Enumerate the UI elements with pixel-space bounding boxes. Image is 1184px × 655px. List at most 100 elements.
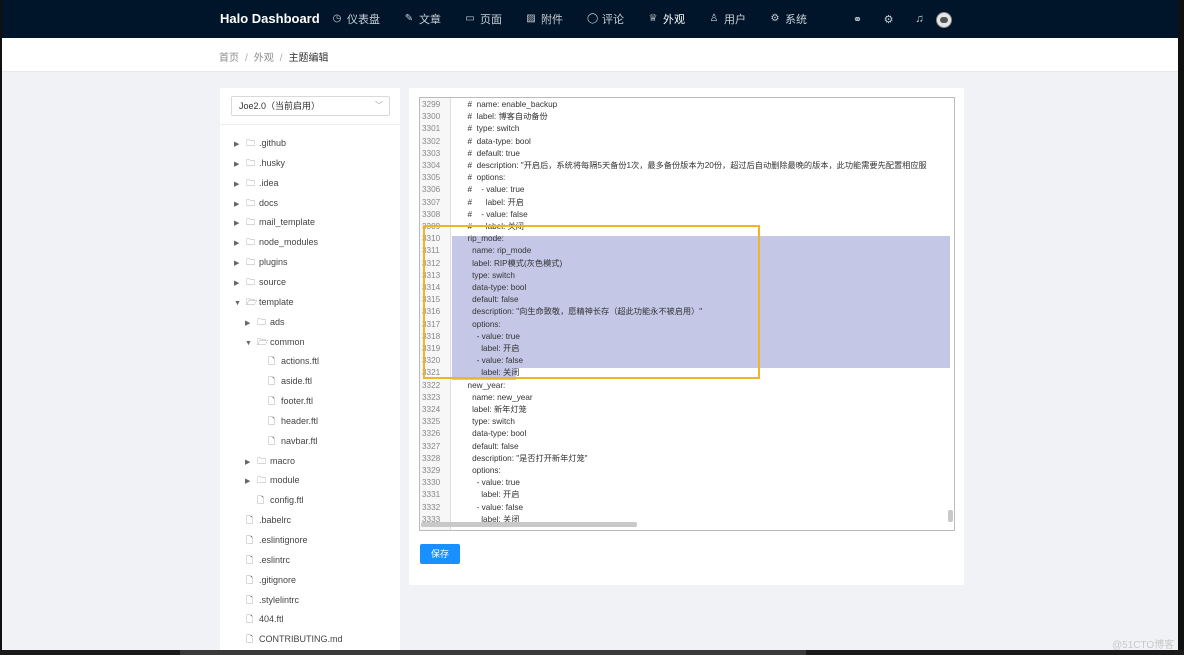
tree-folder[interactable]: ▶ 🗀 mail_template <box>234 213 315 231</box>
code-line: 3321 label: 关闭 <box>420 367 954 379</box>
tree-item-label: macro <box>270 455 296 466</box>
tree-file[interactable]: 🗋 aside.ftl <box>256 372 312 390</box>
horizontal-scrollbar[interactable] <box>421 522 637 527</box>
tree-file[interactable]: 🗋 .stylelintrc <box>234 591 299 609</box>
nav-item-picture[interactable]: ▨ 附件 <box>526 11 563 27</box>
nav-item-label: 文章 <box>419 14 441 26</box>
caret-right-icon[interactable]: ▶ <box>234 235 246 253</box>
tree-folder[interactable]: ▶ 🗀 .idea <box>234 174 279 192</box>
caret-right-icon[interactable]: ▶ <box>234 176 246 194</box>
caret-down-icon[interactable]: ▼ <box>234 295 246 313</box>
nav-item-dashboard[interactable]: ◷ 仪表盘 <box>332 11 380 27</box>
nav-item-user[interactable]: ♙ 用户 <box>709 11 746 27</box>
tree-file[interactable]: 🗋 .babelrc <box>234 511 291 529</box>
nav-item-book[interactable]: ▭ 页面 <box>465 11 502 27</box>
breadcrumb-appearance[interactable]: 外观 <box>254 53 274 64</box>
chevron-down-icon: ﹀ <box>375 101 383 110</box>
caret-right-icon[interactable]: ▶ <box>234 136 246 154</box>
nav-item-setting[interactable]: ⚙ 系统 <box>770 11 807 27</box>
tree-folder[interactable]: ▶ 🗀 ads <box>245 313 285 331</box>
code-line: 3299 # name: enable_backup <box>420 99 954 111</box>
nav-item-label: 附件 <box>541 14 563 26</box>
tree-folder[interactable]: ▶ 🗀 source <box>234 273 286 291</box>
breadcrumb-bar: 首页 / 外观 / 主题编辑 <box>2 38 1178 72</box>
code-line: 3314 data-type: bool <box>420 282 954 294</box>
tree-file[interactable]: 🗋 header.ftl <box>256 412 318 430</box>
line-content: # - value: true <box>463 185 525 195</box>
tree-file[interactable]: 🗋 404.ftl <box>234 610 284 628</box>
nav-item-comment[interactable]: ◯ 评论 <box>587 11 624 27</box>
line-content: - value: false <box>463 502 524 512</box>
caret-down-icon[interactable]: ▼ <box>245 335 257 353</box>
nav-item-skin[interactable]: ♕ 外观 <box>648 11 685 27</box>
tree-file[interactable]: 🗋 navbar.ftl <box>256 432 318 450</box>
caret-right-icon[interactable]: ▶ <box>245 315 257 333</box>
tree-file[interactable]: 🗋 .eslintrc <box>234 551 290 569</box>
breadcrumb-separator: / <box>279 53 283 64</box>
code-line: 3309 # label: 关闭 <box>420 221 954 233</box>
tree-folder[interactable]: ▼ 🗁 template <box>234 293 294 311</box>
bell-icon[interactable]: ♫ <box>904 13 935 25</box>
line-content: - value: true <box>463 331 520 341</box>
tree-folder[interactable]: ▶ 🗀 macro <box>245 452 295 470</box>
folder-icon: 🗀 <box>257 475 267 486</box>
line-content: # label: 博客自动备份 <box>463 112 548 122</box>
folder-open-icon: 🗁 <box>257 336 269 347</box>
save-button[interactable]: 保存 <box>420 544 460 564</box>
tree-folder[interactable]: ▼ 🗁 common <box>245 333 305 351</box>
nav-item-edit[interactable]: ✎ 文章 <box>404 11 441 27</box>
line-content: # - value: false <box>463 209 528 219</box>
tree-file[interactable]: 🗋 CONTRIBUTING.md <box>234 630 343 648</box>
line-content: name: rip_mode <box>463 246 532 256</box>
line-number: 3310 <box>422 234 441 244</box>
line-number: 3326 <box>422 429 441 439</box>
line-number: 3319 <box>422 344 441 353</box>
breadcrumb-home[interactable]: 首页 <box>219 53 239 64</box>
tree-item-label: .gitignore <box>259 574 297 585</box>
caret-right-icon[interactable]: ▶ <box>234 156 246 174</box>
tree-item-label: docs <box>259 197 279 208</box>
avatar[interactable] <box>936 12 952 28</box>
line-number: 3327 <box>422 441 441 451</box>
line-number: 3320 <box>422 356 441 366</box>
line-number: 3331 <box>422 490 441 500</box>
theme-select[interactable]: Joe2.0（当前启用） ﹀ <box>231 96 390 116</box>
divider <box>220 124 400 125</box>
tree-item-label: aside.ftl <box>281 376 313 387</box>
line-number: 3330 <box>422 478 441 488</box>
line-content: # description: "开启后，系统将每隔5天备份1次，最多备份版本为2… <box>463 161 927 170</box>
code-editor-frame[interactable]: 3299 # name: enable_backup 3300 # label: … <box>419 97 955 531</box>
tree-folder[interactable]: ▶ 🗀 docs <box>234 194 278 212</box>
code-line: 3307 # label: 开启 <box>420 197 954 209</box>
code-line: 3308 # - value: false <box>420 209 954 221</box>
line-number: 3308 <box>422 209 441 219</box>
vertical-scrollbar[interactable] <box>948 510 953 522</box>
nav-item-label: 仪表盘 <box>347 14 380 26</box>
link-icon[interactable]: ⚭ <box>842 13 873 26</box>
caret-right-icon[interactable]: ▶ <box>234 215 246 233</box>
caret-right-icon[interactable]: ▶ <box>245 473 257 491</box>
line-number: 3328 <box>422 453 441 463</box>
code-line: 3315 default: false <box>420 294 954 306</box>
tree-file[interactable]: 🗋 actions.ftl <box>256 352 319 370</box>
tree-file[interactable]: 🗋 config.ftl <box>245 491 304 509</box>
caret-right-icon[interactable]: ▶ <box>234 255 246 273</box>
line-content: label: RIP模式(灰色模式) <box>463 258 563 268</box>
code-editor[interactable]: 3299 # name: enable_backup 3300 # label: … <box>419 97 955 531</box>
tree-folder[interactable]: ▶ 🗀 .github <box>234 134 286 152</box>
tree-folder[interactable]: ▶ 🗀 module <box>245 471 300 489</box>
caret-right-icon[interactable]: ▶ <box>234 196 246 214</box>
gear-icon[interactable]: ⚙ <box>873 13 904 26</box>
caret-right-icon[interactable]: ▶ <box>234 275 246 293</box>
tree-file[interactable]: 🗋 footer.ftl <box>256 392 313 410</box>
tree-folder[interactable]: ▶ 🗀 .husky <box>234 154 285 172</box>
brand-title[interactable]: Halo Dashboard <box>220 0 320 38</box>
tree-folder[interactable]: ▶ 🗀 plugins <box>234 253 288 271</box>
code-line: 3316 description: "向生命致敬，愿精神长存（超此功能永不被启用… <box>420 306 954 318</box>
tree-file[interactable]: 🗋 .gitignore <box>234 571 296 589</box>
file-icon: 🗋 <box>268 415 276 426</box>
code-line: 3311 name: rip_mode <box>420 245 954 257</box>
tree-file[interactable]: 🗋 .eslintignore <box>234 531 308 549</box>
caret-right-icon[interactable]: ▶ <box>245 454 257 472</box>
tree-folder[interactable]: ▶ 🗀 node_modules <box>234 233 318 251</box>
